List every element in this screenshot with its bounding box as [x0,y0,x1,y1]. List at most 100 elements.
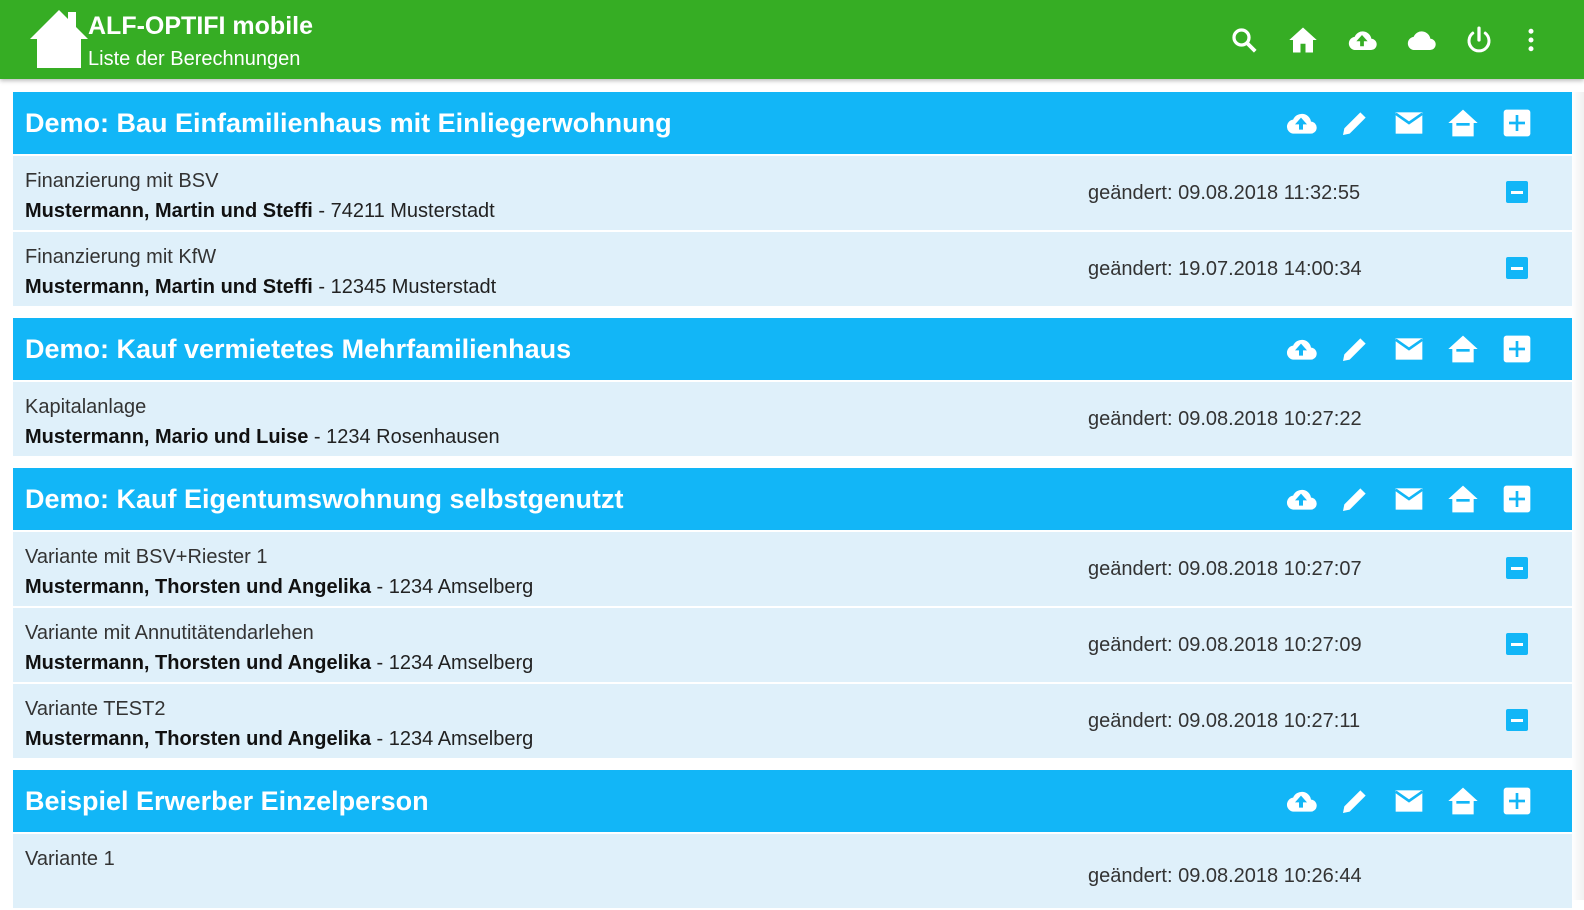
item-person-name: Mustermann, Thorsten und Angelika [25,728,371,750]
group-edit-button[interactable] [1338,107,1372,139]
search-button[interactable] [1226,22,1262,58]
group-mail-button[interactable] [1392,333,1426,365]
group-edit-button[interactable] [1338,483,1372,515]
mail-icon [1394,338,1424,360]
home-icon [1448,485,1478,513]
search-icon [1232,28,1257,53]
item-name: Variante 1 [25,848,115,870]
cloud-upload-icon [1286,113,1317,134]
more-menu-button[interactable] [1513,22,1549,58]
item-date: geändert: 09.08.2018 10:27:11 [1088,710,1361,732]
add-box-icon [1503,787,1531,815]
cloud-upload-icon [1286,489,1317,510]
item-name: Finanzierung mit KfW [25,246,217,268]
home-icon [1289,27,1317,53]
group-add-button[interactable] [1500,333,1534,365]
item-person: Mustermann, Martin und Steffi - 74211 Mu… [25,199,495,223]
add-box-icon [1503,335,1531,363]
group-upload-button[interactable] [1284,785,1318,817]
list-item[interactable]: Finanzierung mit KfW Mustermann, Martin … [13,232,1572,306]
group-add-button[interactable] [1500,785,1534,817]
item-person: Mustermann, Mario und Luise - 1234 Rosen… [25,425,500,449]
item-name: Variante mit Annutitätendarlehen [25,622,314,644]
group-upload-button[interactable] [1284,333,1318,365]
group-home-button[interactable] [1446,107,1480,139]
remove-button[interactable] [1506,257,1528,279]
group-upload-button[interactable] [1284,483,1318,515]
home-button[interactable] [1285,22,1321,58]
group-title: Beispiel Erwerber Einzelperson [25,786,429,816]
mail-icon [1394,488,1424,510]
group-header[interactable]: Beispiel Erwerber Einzelperson [13,770,1572,832]
app-subtitle: Liste der Berechnungen [88,48,301,70]
scroll-edge [1572,92,1584,900]
group-header[interactable]: Demo: Bau Einfamilienhaus mit Einliegerw… [13,92,1572,154]
home-icon [1448,109,1478,137]
mail-icon [1394,790,1424,812]
list-item[interactable]: Variante 1 geändert: 09.08.2018 10:26:44 [13,834,1572,908]
cloud-upload-icon [1286,791,1317,812]
app-title: ALF-OPTIFI mobile [88,12,313,40]
add-box-icon [1503,109,1531,137]
group-mail-button[interactable] [1392,483,1426,515]
item-name: Kapitalanlage [25,396,147,418]
remove-button[interactable] [1506,633,1528,655]
edit-icon [1343,338,1366,361]
group-edit-button[interactable] [1338,785,1372,817]
group-title: Demo: Kauf vermietetes Mehrfamilienhaus [25,334,572,364]
more-vert-icon [1528,28,1534,52]
home-icon [1448,335,1478,363]
item-date: geändert: 09.08.2018 11:32:55 [1088,182,1361,204]
remove-button[interactable] [1506,181,1528,203]
item-date: geändert: 09.08.2018 10:26:44 [1088,865,1362,887]
item-location: - 12345 Musterstadt [312,276,497,298]
mail-icon [1394,112,1424,134]
group-mail-button[interactable] [1392,785,1426,817]
add-box-icon [1503,485,1531,513]
list-item[interactable]: Variante mit BSV+Riester 1 Mustermann, T… [13,532,1572,606]
item-name: Variante TEST2 [25,698,166,720]
item-person-name: Mustermann, Thorsten und Angelika [25,652,371,674]
remove-button[interactable] [1506,709,1528,731]
home-icon [1448,787,1478,815]
item-location: - 1234 Rosenhausen [308,426,500,448]
group-home-button[interactable] [1446,785,1480,817]
item-location: - 74211 Musterstadt [312,200,495,222]
cloud-upload-icon [1348,31,1377,51]
item-person: Mustermann, Martin und Steffi - 12345 Mu… [25,275,496,299]
group-upload-button[interactable] [1284,107,1318,139]
upload-button[interactable] [1344,22,1380,58]
list-item[interactable]: Finanzierung mit BSV Mustermann, Martin … [13,156,1572,230]
item-person-name: Mustermann, Mario und Luise [25,426,309,448]
item-name: Finanzierung mit BSV [25,170,219,192]
list-item[interactable]: Variante mit Annutitätendarlehen Musterm… [13,608,1572,682]
group-header[interactable]: Demo: Kauf Eigentumswohnung selbstgenutz… [13,468,1572,530]
cloud-button[interactable] [1403,22,1439,58]
list-item[interactable]: Variante TEST2 Mustermann, Thorsten und … [13,684,1572,758]
power-icon [1467,26,1491,53]
item-person: Mustermann, Thorsten und Angelika - 1234… [25,727,533,751]
cloud-upload-icon [1286,339,1317,360]
power-button[interactable] [1461,22,1497,58]
group-add-button[interactable] [1500,107,1534,139]
group-header[interactable]: Demo: Kauf vermietetes Mehrfamilienhaus [13,318,1572,380]
home-logo-icon [30,10,88,68]
edit-icon [1343,790,1366,813]
item-date: geändert: 09.08.2018 10:27:07 [1088,558,1362,580]
group-add-button[interactable] [1500,483,1534,515]
remove-button[interactable] [1506,557,1528,579]
item-location: - 1234 Amselberg [370,576,534,598]
group-home-button[interactable] [1446,483,1480,515]
group-title: Demo: Bau Einfamilienhaus mit Einliegerw… [25,108,672,138]
cloud-icon [1407,31,1436,51]
group-mail-button[interactable] [1392,107,1426,139]
item-location: - 1234 Amselberg [370,728,534,750]
group-edit-button[interactable] [1338,333,1372,365]
item-date: geändert: 09.08.2018 10:27:09 [1088,634,1362,656]
edit-icon [1343,488,1366,511]
list-item[interactable]: Kapitalanlage Mustermann, Mario und Luis… [13,382,1572,456]
item-person-name: Mustermann, Martin und Steffi [25,276,313,298]
group-home-button[interactable] [1446,333,1480,365]
item-person: Mustermann, Thorsten und Angelika - 1234… [25,651,533,675]
item-person: Mustermann, Thorsten und Angelika - 1234… [25,575,533,599]
